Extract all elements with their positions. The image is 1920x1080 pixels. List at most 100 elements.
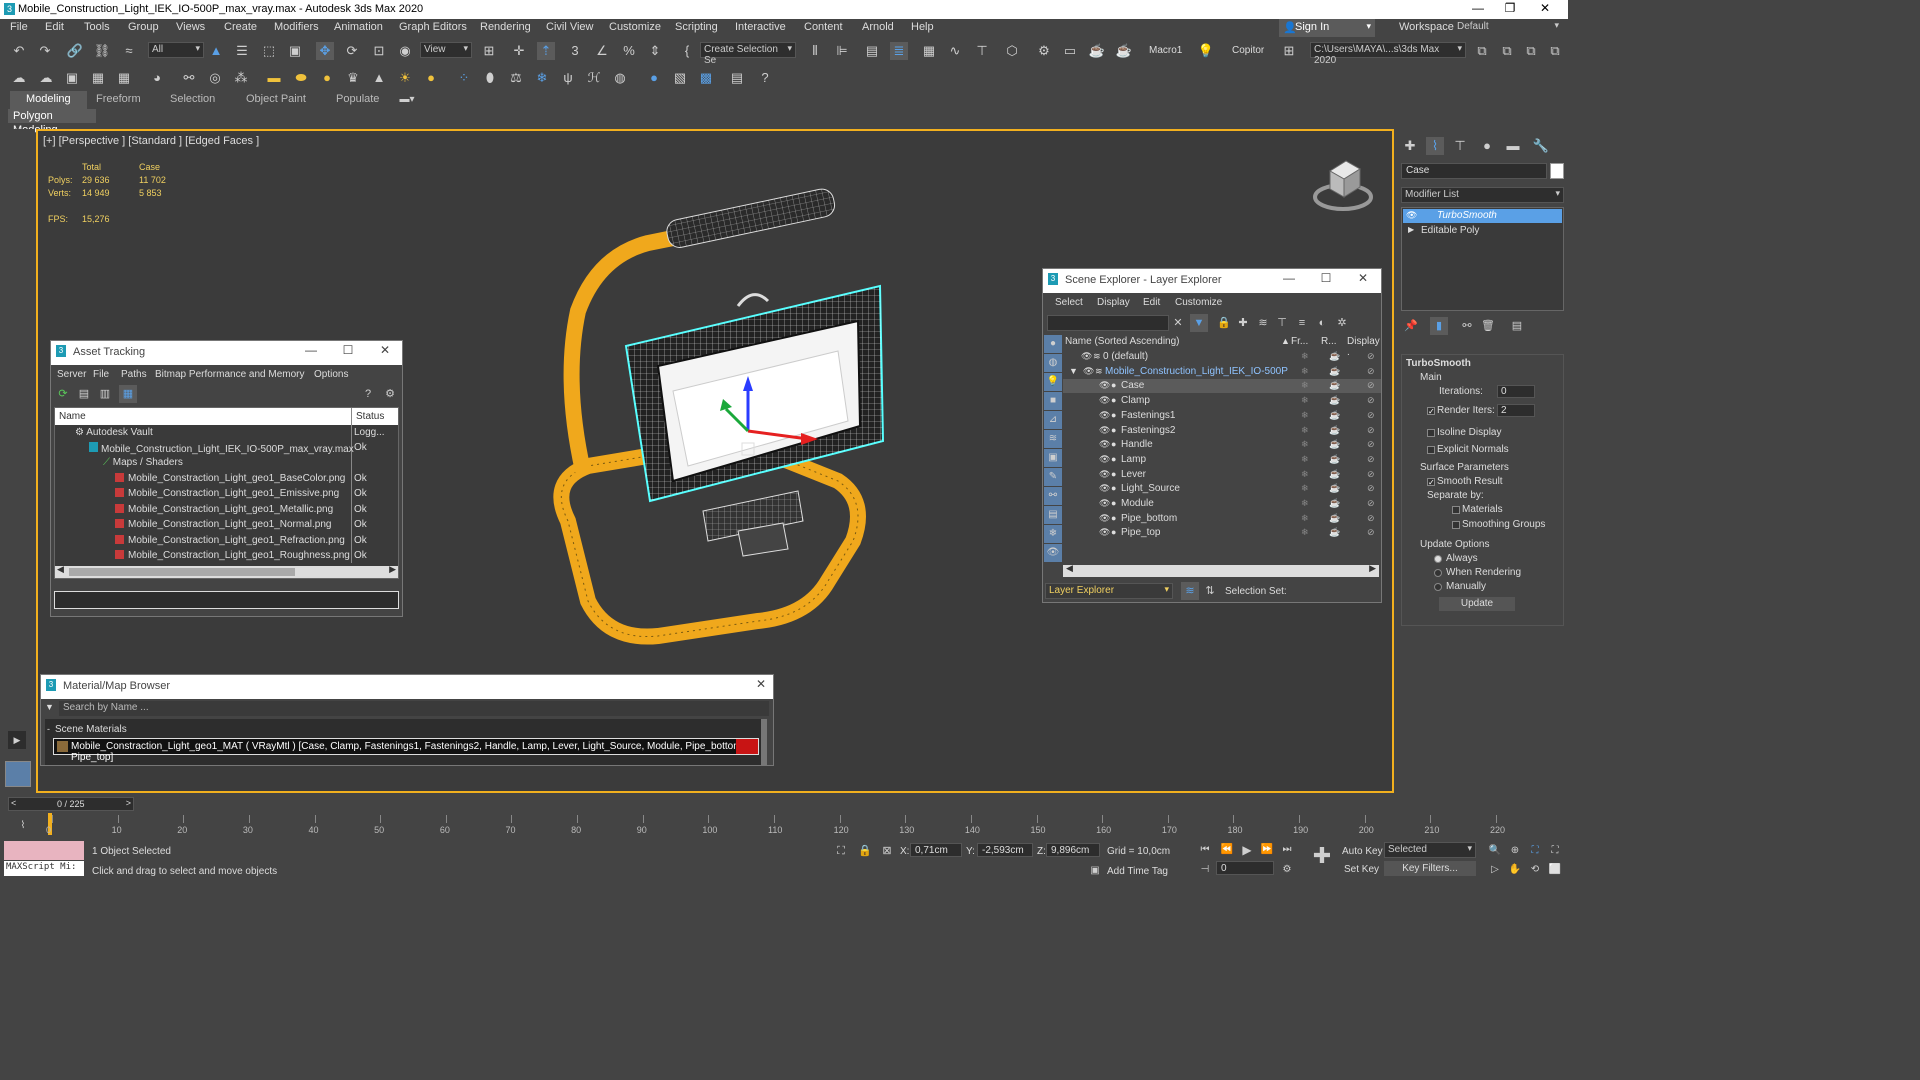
workspaces-dropdown[interactable]: Default — [1454, 20, 1562, 36]
smoothing-groups-checkbox[interactable] — [1452, 521, 1460, 529]
polygon-modeling-panel[interactable]: Polygon Modeling — [8, 109, 96, 136]
scene-search-input[interactable] — [1047, 315, 1169, 331]
modifier-list-dropdown[interactable]: Modifier List — [1401, 187, 1564, 203]
stack-icon[interactable]: ≡ — [1293, 314, 1311, 332]
lights-icon[interactable]: ◕ — [148, 69, 166, 87]
ribbon-toggle-icon[interactable]: ▦ — [920, 42, 938, 60]
rect-selection-icon[interactable]: ⬚ — [260, 42, 278, 60]
tab-freeform[interactable]: Freeform — [80, 91, 157, 109]
render-teapot-icon[interactable]: ☕ — [1329, 469, 1340, 480]
scene-hscrollbar[interactable]: ◀ ▶ — [1063, 563, 1379, 577]
object-row[interactable]: 👁 ● Module ❄ ☕ ⊘ — [1063, 497, 1381, 511]
select-by-name-icon[interactable]: ☰ — [233, 42, 251, 60]
render-teapot-icon[interactable]: ☕ — [1329, 380, 1340, 391]
construction-light-model[interactable] — [508, 181, 928, 661]
freeze-icon[interactable]: ❄ — [1301, 469, 1309, 480]
iterations-spinner[interactable]: 0 — [1497, 385, 1535, 398]
eye-icon[interactable]: 👁 — [1099, 469, 1110, 480]
asset-minimize-button[interactable]: — — [301, 343, 321, 357]
filter-spacewarps-icon[interactable]: ≋ — [1044, 430, 1062, 448]
list-view-icon[interactable]: ▤ — [75, 385, 93, 403]
filter-containers-icon[interactable]: ▤ — [1044, 506, 1062, 524]
eye-icon[interactable]: 👁 — [1099, 527, 1110, 538]
add-layer-icon[interactable]: ✚ — [1234, 314, 1252, 332]
eye-icon[interactable]: 👁 — [1099, 410, 1110, 421]
render-teapot-icon[interactable]: ☕ — [1329, 351, 1340, 362]
asset-menu-file[interactable]: File — [93, 369, 109, 380]
show-end-result-icon[interactable]: ▮ — [1430, 317, 1448, 335]
maxscript-listener[interactable] — [4, 841, 84, 860]
asset-maximize-button[interactable]: ☐ — [338, 343, 358, 357]
light-bulb-icon[interactable]: 💡 — [1197, 42, 1215, 60]
menu-civil-view[interactable]: Civil View — [546, 21, 593, 33]
selection-filter-dropdown[interactable]: All — [148, 42, 204, 58]
eye-icon[interactable]: 👁 — [1099, 513, 1110, 524]
freeze-icon[interactable]: ❄ — [1301, 410, 1309, 421]
menu-group[interactable]: Group — [128, 21, 159, 33]
snowflake-icon[interactable]: ❄ — [533, 69, 551, 87]
viewport-layout-icon[interactable]: ⧉ — [1473, 42, 1491, 60]
x-coord-field[interactable]: 0,71cm — [910, 843, 962, 857]
material-vscrollbar[interactable] — [761, 719, 767, 765]
table-icon[interactable]: ▦ — [115, 69, 133, 87]
freeze-icon[interactable]: ❄ — [1301, 483, 1309, 494]
scale-icon[interactable]: ⊡ — [370, 42, 388, 60]
freeze-icon[interactable]: ❄ — [1301, 439, 1309, 450]
filter-helpers-icon[interactable]: ⊿ — [1044, 411, 1062, 429]
goto-start-icon[interactable]: ⏮ — [1196, 841, 1214, 859]
display-icon[interactable]: ⊘ — [1367, 395, 1375, 406]
time-config-icon[interactable]: ⚙ — [1278, 861, 1296, 879]
render-setup-icon[interactable]: ⚙ — [1035, 42, 1053, 60]
object-name-field[interactable]: Case — [1401, 163, 1547, 179]
collapse-icon[interactable]: ▼ — [1069, 366, 1078, 376]
scatter-icon[interactable]: ⁘ — [455, 69, 473, 87]
always-radio[interactable] — [1434, 555, 1442, 563]
hierarchy-tab-icon[interactable]: ⊤ — [1451, 137, 1469, 155]
col-name[interactable]: Name — [59, 411, 86, 422]
table-row[interactable]: Mobile_Constraction_Light_geo1_BaseColor… — [115, 473, 345, 488]
maximize-viewport-icon[interactable]: ⬜ — [1546, 861, 1564, 879]
render-teapot-icon[interactable]: ☕ — [1329, 410, 1340, 421]
freeze-icon[interactable]: ❄ — [1301, 395, 1309, 406]
create-tab-icon[interactable]: ✚ — [1401, 137, 1419, 155]
fov-icon[interactable]: ▷ — [1486, 861, 1504, 879]
render-teapot-icon[interactable]: ☕ — [1329, 527, 1340, 538]
object-row[interactable]: 👁 ● Pipe_bottom ❄ ☕ ⊘ — [1063, 512, 1381, 526]
wheel-icon[interactable]: ◎ — [206, 69, 224, 87]
zoom-extents-icon[interactable]: ⛶ — [1526, 842, 1544, 860]
edit-named-sets-icon[interactable]: { — [678, 42, 696, 60]
layer-row[interactable]: 👁 ≋ 0 (default) ❄ ☕ ⊘ — [1063, 350, 1381, 364]
workspace-toggle-icon[interactable]: ⧉ — [1546, 42, 1564, 60]
modify-tab-icon[interactable]: ⌇ — [1426, 137, 1444, 155]
motion-tab-icon[interactable]: ● — [1478, 137, 1496, 155]
settings-icon[interactable]: ⚙ — [381, 385, 399, 403]
eye-icon[interactable]: 👁 — [1099, 380, 1110, 391]
menu-animation[interactable]: Animation — [334, 21, 383, 33]
hair-icon[interactable]: ℋ — [585, 69, 603, 87]
utilities-tab-icon[interactable]: 🔧 — [1532, 137, 1550, 155]
scene-explorer-header[interactable]: 3 Scene Explorer - Layer Explorer — ☐ ✕ — [1043, 269, 1381, 293]
set-key-button[interactable]: Set Key — [1344, 864, 1379, 875]
object-row[interactable]: 👁 ● Fastenings2 ❄ ☕ ⊘ — [1063, 424, 1381, 438]
sun-icon[interactable]: ☀ — [396, 69, 414, 87]
grid-icon[interactable]: ▦ — [89, 69, 107, 87]
percent-snap-icon[interactable]: % — [620, 42, 638, 60]
container-icon[interactable]: ⧉ — [1498, 42, 1516, 60]
timeline-ruler[interactable]: 0 10 20 30 40 50 60 70 80 90 100 110 120 130 140 150 160… — [0, 795, 1568, 835]
key-mode-icon[interactable]: ⊣ — [1196, 861, 1214, 879]
rollout-title[interactable]: TurboSmooth — [1406, 358, 1471, 369]
menu-tools[interactable]: Tools — [84, 21, 110, 33]
key-set-dropdown[interactable]: Selected — [1384, 842, 1476, 858]
display-icon[interactable]: ⊘ — [1367, 483, 1375, 494]
frame-buffer-icon[interactable]: ▧ — [671, 69, 689, 87]
scroll-left-icon[interactable]: ◀ — [1066, 563, 1073, 574]
make-unique-icon[interactable]: ⚯ — [1458, 317, 1476, 335]
vray-icon[interactable]: ▩ — [697, 69, 715, 87]
freeze-icon[interactable]: ❄ — [1301, 498, 1309, 509]
filter-bones-icon[interactable]: ⚯ — [1044, 487, 1062, 505]
pivot-icon[interactable]: ⊞ — [480, 42, 498, 60]
render-teapot-icon[interactable]: ☕ — [1329, 425, 1340, 436]
undo-icon[interactable]: ↶ — [10, 42, 28, 60]
macro-label[interactable]: Macro1 — [1149, 45, 1182, 56]
freeze-icon[interactable]: ❄ — [1301, 366, 1309, 377]
